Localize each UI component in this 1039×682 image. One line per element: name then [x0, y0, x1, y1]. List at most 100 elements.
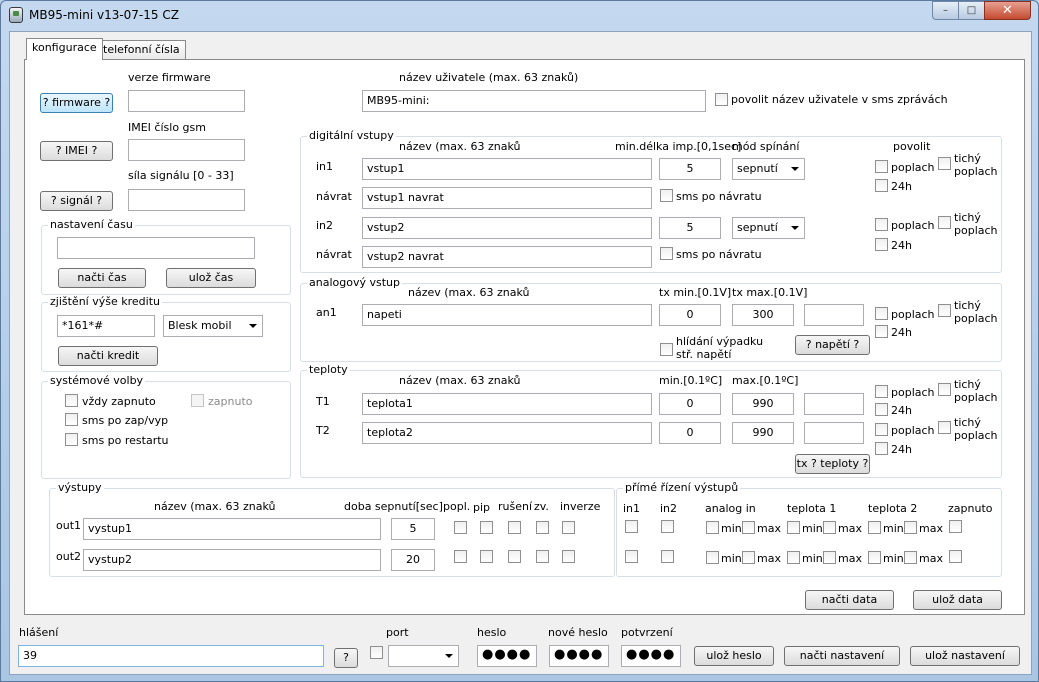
- read-data-button[interactable]: načti data: [805, 590, 894, 610]
- read-time-button[interactable]: načti čas: [58, 268, 146, 288]
- t2-extra-field[interactable]: [804, 422, 864, 444]
- an1-alarm-checkbox[interactable]: [875, 307, 888, 320]
- close-button[interactable]: ✕: [984, 1, 1031, 20]
- minimize-button[interactable]: –: [932, 1, 959, 20]
- direct-in1-checkbox-1[interactable]: [625, 520, 638, 533]
- save-password-button[interactable]: ulož heslo: [694, 646, 774, 666]
- out1-zv-checkbox[interactable]: [536, 521, 549, 534]
- in2-sms-return-checkbox[interactable]: [660, 247, 673, 260]
- out2-dur-field[interactable]: 20: [391, 549, 435, 571]
- direct-analog-max-checkbox-2[interactable]: [742, 551, 755, 564]
- save-time-button[interactable]: ulož čas: [166, 268, 256, 288]
- direct-analog-max-checkbox-1[interactable]: [742, 521, 755, 534]
- in1-quiet-checkbox[interactable]: [938, 157, 951, 170]
- direct-on-checkbox-1[interactable]: [949, 520, 962, 533]
- voltage-watch-checkbox[interactable]: [660, 343, 673, 356]
- in2-return-field[interactable]: vstup2 navrat: [362, 246, 652, 268]
- direct-in1-checkbox-2[interactable]: [625, 550, 638, 563]
- time-field[interactable]: [57, 237, 255, 259]
- save-settings-button[interactable]: ulož nastavení: [910, 646, 1020, 666]
- sms-restart-checkbox[interactable]: [65, 433, 78, 446]
- in1-alarm-checkbox[interactable]: [875, 160, 888, 173]
- on-checkbox[interactable]: [191, 394, 204, 407]
- direct-t1-max-checkbox-2[interactable]: [823, 551, 836, 564]
- in1-min-field[interactable]: 5: [659, 158, 721, 180]
- direct-in2-checkbox-2[interactable]: [661, 550, 674, 563]
- signal-field[interactable]: [128, 189, 245, 211]
- t2-quiet-checkbox[interactable]: [938, 421, 951, 434]
- direct-t1-min-checkbox-2[interactable]: [787, 551, 800, 564]
- direct-t1-max-checkbox-1[interactable]: [823, 521, 836, 534]
- t2-alarm-checkbox[interactable]: [875, 423, 888, 436]
- an1-max-field[interactable]: 300: [732, 304, 794, 326]
- always-on-checkbox[interactable]: [65, 394, 78, 407]
- signal-button[interactable]: ? signál ?: [40, 191, 113, 211]
- out1-inv-checkbox[interactable]: [562, 521, 575, 534]
- direct-t2-max-checkbox-2[interactable]: [904, 551, 917, 564]
- t1-24h-checkbox[interactable]: [875, 403, 888, 416]
- voltage-query-button[interactable]: ? napětí ?: [795, 335, 870, 355]
- direct-on-checkbox-2[interactable]: [949, 550, 962, 563]
- user-name-field[interactable]: MB95-mini:: [362, 90, 706, 112]
- direct-t1-min-checkbox-1[interactable]: [787, 521, 800, 534]
- t1-alarm-checkbox[interactable]: [875, 385, 888, 398]
- password-field[interactable]: ●●●●: [477, 645, 537, 667]
- port-checkbox[interactable]: [370, 646, 383, 659]
- read-settings-button[interactable]: načti nastavení: [784, 646, 900, 666]
- report-field[interactable]: 39: [18, 645, 324, 667]
- in1-mode-select[interactable]: sepnutí: [732, 158, 805, 180]
- out2-inv-checkbox[interactable]: [562, 550, 575, 563]
- t1-max-field[interactable]: 990: [732, 393, 794, 415]
- out2-name-field[interactable]: vystup2: [83, 549, 381, 571]
- port-select[interactable]: [388, 645, 459, 667]
- out2-zv-checkbox[interactable]: [536, 550, 549, 563]
- operator-select[interactable]: Blesk mobil: [163, 315, 263, 337]
- imei-field[interactable]: [128, 139, 245, 161]
- read-credit-button[interactable]: načti kredit: [58, 346, 158, 366]
- t2-name-field[interactable]: teplota2: [362, 422, 652, 444]
- in1-name-field[interactable]: vstup1: [362, 158, 652, 180]
- sms-onoff-checkbox[interactable]: [65, 413, 78, 426]
- an1-min-field[interactable]: 0: [659, 304, 721, 326]
- direct-t2-max-checkbox-1[interactable]: [904, 521, 917, 534]
- direct-analog-min-checkbox-1[interactable]: [706, 521, 719, 534]
- t1-extra-field[interactable]: [804, 393, 864, 415]
- out1-dur-field[interactable]: 5: [391, 518, 435, 540]
- imei-button[interactable]: ? IMEI ?: [40, 141, 113, 161]
- out1-name-field[interactable]: vystup1: [83, 518, 381, 540]
- temps-query-button[interactable]: tx ? teploty ?: [795, 454, 870, 474]
- maximize-button[interactable]: □: [958, 1, 985, 20]
- new-password-field[interactable]: ●●●●: [549, 645, 609, 667]
- out1-rus-checkbox[interactable]: [508, 521, 521, 534]
- in2-quiet-checkbox[interactable]: [938, 216, 951, 229]
- t1-quiet-checkbox[interactable]: [938, 383, 951, 396]
- confirm-field[interactable]: ●●●●: [621, 645, 681, 667]
- direct-t2-min-checkbox-2[interactable]: [868, 551, 881, 564]
- in2-min-field[interactable]: 5: [659, 217, 721, 239]
- in2-alarm-checkbox[interactable]: [875, 218, 888, 231]
- t2-min-field[interactable]: 0: [659, 422, 721, 444]
- an1-name-field[interactable]: napeti: [362, 304, 652, 326]
- t2-max-field[interactable]: 990: [732, 422, 794, 444]
- in1-sms-return-checkbox[interactable]: [660, 189, 673, 202]
- out2-pip-checkbox[interactable]: [480, 550, 493, 563]
- in2-mode-select[interactable]: sepnutí: [732, 217, 805, 239]
- out1-popl-checkbox[interactable]: [454, 521, 467, 534]
- direct-in2-checkbox-1[interactable]: [661, 520, 674, 533]
- credit-code-field[interactable]: *161*#: [57, 315, 155, 337]
- tab-telefonni-cisla[interactable]: telefonní čísla: [97, 40, 186, 60]
- an1-extra-field[interactable]: [804, 304, 864, 326]
- out2-rus-checkbox[interactable]: [508, 550, 521, 563]
- an1-quiet-checkbox[interactable]: [938, 304, 951, 317]
- out2-popl-checkbox[interactable]: [454, 550, 467, 563]
- report-query-button[interactable]: ?: [334, 648, 358, 668]
- save-data-button[interactable]: ulož data: [913, 590, 1002, 610]
- out1-pip-checkbox[interactable]: [480, 521, 493, 534]
- in1-24h-checkbox[interactable]: [875, 179, 888, 192]
- direct-t2-min-checkbox-1[interactable]: [868, 521, 881, 534]
- firmware-field[interactable]: [128, 90, 245, 112]
- in1-return-field[interactable]: vstup1 navrat: [362, 187, 652, 209]
- in2-name-field[interactable]: vstup2: [362, 217, 652, 239]
- direct-analog-min-checkbox-2[interactable]: [706, 551, 719, 564]
- firmware-button[interactable]: ? firmware ?: [40, 93, 113, 113]
